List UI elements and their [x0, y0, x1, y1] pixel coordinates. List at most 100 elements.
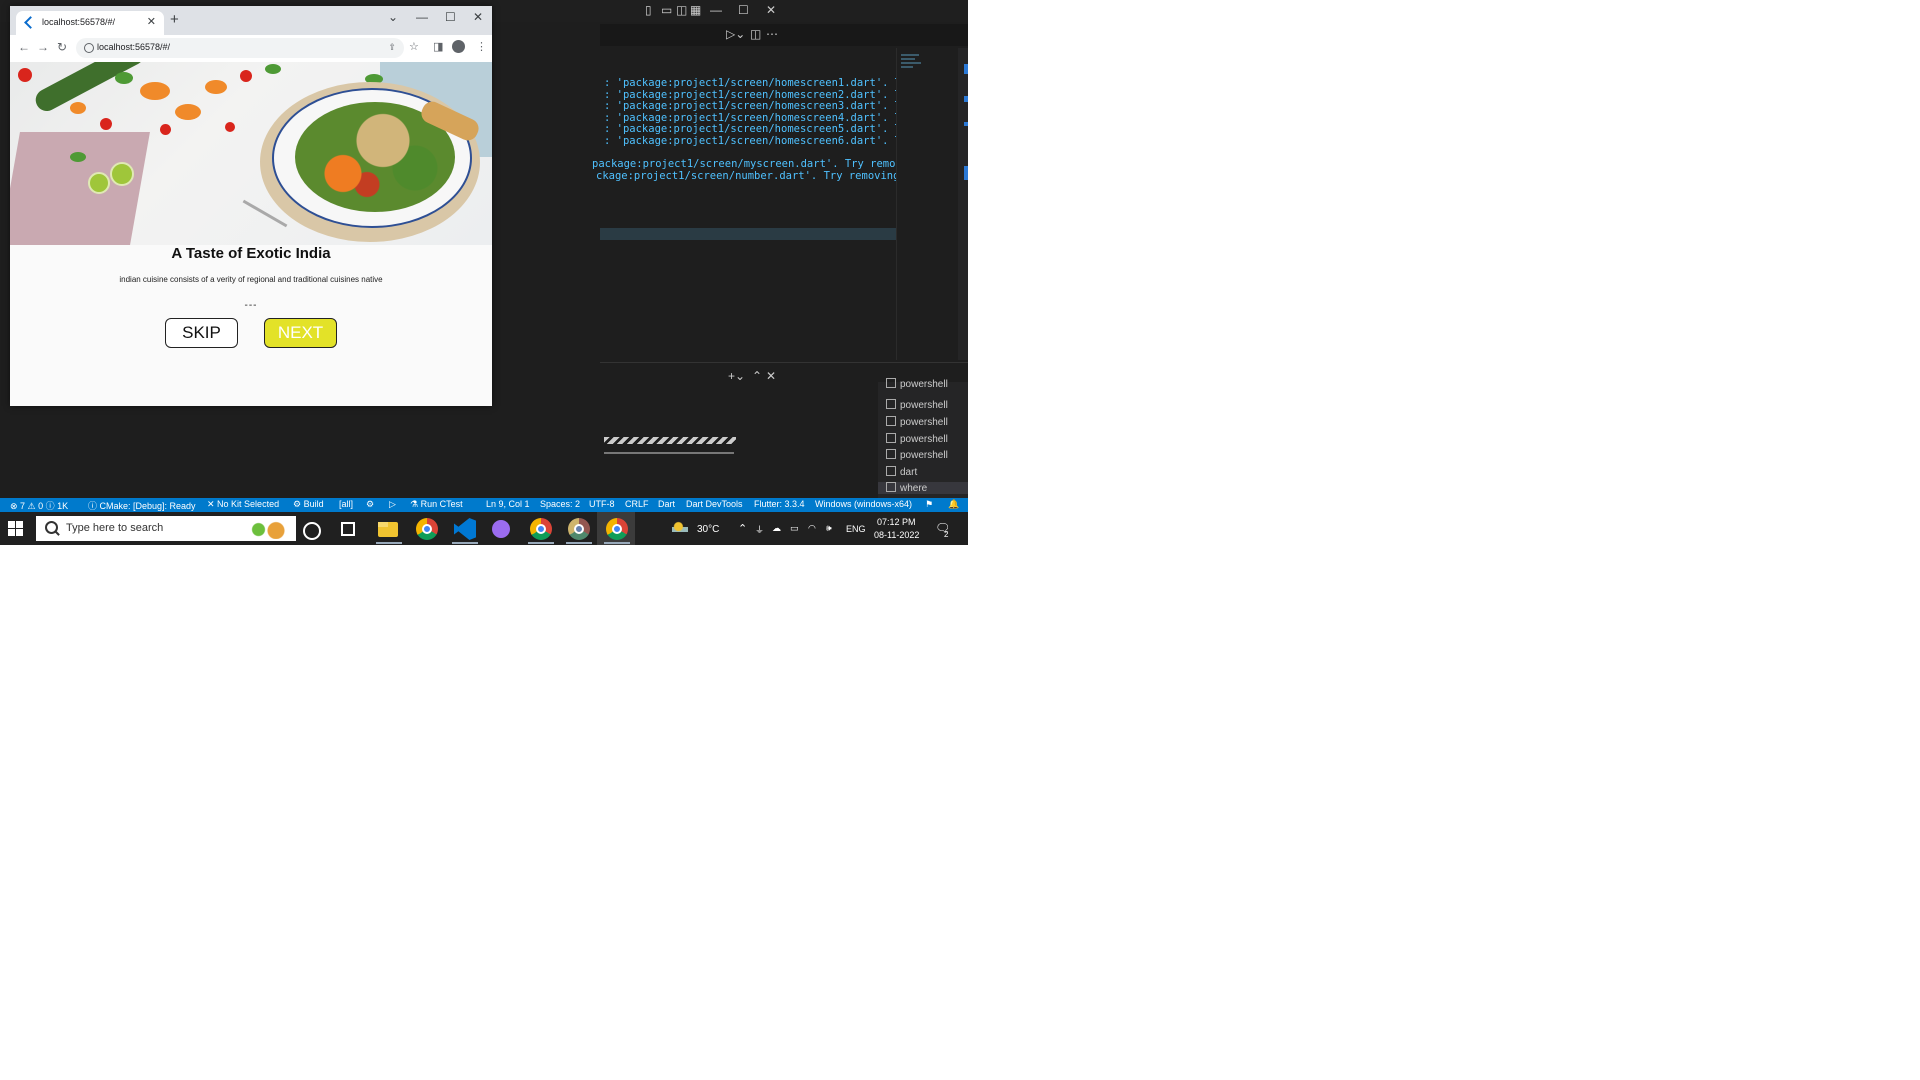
layout-icon[interactable]: ▯	[645, 3, 652, 17]
terminal-item[interactable]: powershell	[886, 433, 948, 445]
windows-start-icon[interactable]	[8, 521, 23, 536]
lime	[88, 172, 110, 194]
battery-icon[interactable]: ▭	[790, 523, 799, 534]
clock-date[interactable]: 08-11-2022	[874, 530, 919, 540]
running-indicator	[566, 542, 592, 544]
chrome-icon[interactable]	[416, 518, 438, 540]
chrome-profile-icon[interactable]	[568, 518, 590, 540]
vscode-icon[interactable]	[454, 518, 476, 540]
share-icon[interactable]: ⇪	[388, 42, 396, 53]
split-editor-icon[interactable]: ◫	[750, 27, 761, 41]
close-panel-icon[interactable]: ✕	[766, 369, 776, 383]
maximize-panel-icon[interactable]: ⌃	[752, 369, 762, 383]
kit-status[interactable]: ✕ No Kit Selected	[207, 499, 279, 510]
next-button[interactable]: NEXT	[264, 318, 337, 348]
input-language[interactable]: ENG	[846, 524, 866, 534]
new-terminal-icon[interactable]: +⌄	[728, 369, 745, 383]
feedback-icon[interactable]: ⚑	[925, 499, 933, 510]
build-target[interactable]: [all]	[339, 499, 353, 509]
address-bar[interactable]: localhost:56578/#/ ⇪	[76, 38, 404, 58]
wifi-icon[interactable]: ◠	[808, 523, 816, 534]
flutter-favicon-icon	[24, 16, 37, 29]
ctest-button[interactable]: ⚗ Run CTest	[410, 499, 463, 510]
weather-icon[interactable]	[672, 521, 688, 535]
forward-icon[interactable]: →	[37, 40, 49, 54]
scroll-marker	[964, 64, 968, 74]
skip-button[interactable]: SKIP	[165, 318, 238, 348]
minimap[interactable]	[896, 48, 957, 360]
encoding-status[interactable]: UTF-8	[589, 499, 615, 509]
notifications-icon[interactable]: 🔔	[948, 499, 959, 510]
terminal-item[interactable]: powershell	[886, 378, 948, 390]
layout-icon[interactable]: ◫	[676, 3, 687, 17]
build-button[interactable]: ⚙ Build	[293, 499, 324, 510]
more-actions-icon[interactable]: ⋯	[766, 27, 778, 41]
tomato	[240, 70, 252, 82]
scroll-marker	[964, 122, 968, 126]
maximize-icon[interactable]: ☐	[738, 3, 749, 17]
tab-title: localhost:56578/#/	[42, 17, 116, 27]
reload-icon[interactable]: ↻	[57, 40, 67, 54]
chrome-window: localhost:56578/#/ ✕ + ⌄ — ☐ ✕ ← → ↻ loc…	[10, 6, 492, 406]
herb-leaves	[265, 64, 281, 74]
terminal-item[interactable]: powershell	[886, 416, 948, 428]
terminal-item[interactable]: dart	[886, 466, 917, 478]
tab-search-icon[interactable]: ⌄	[388, 10, 398, 24]
device-status[interactable]: Windows (windows-x64)	[815, 499, 912, 509]
page-description: indian cuisine consists of a verity of r…	[119, 275, 383, 284]
github-desktop-icon[interactable]	[492, 520, 510, 538]
minimap-line	[901, 62, 921, 64]
page-indicator: ---	[244, 300, 258, 311]
run-icon[interactable]: ▷⌄	[726, 27, 745, 41]
problems-status[interactable]: ⊗ 7 ⚠ 0 ⓘ 1K	[10, 499, 68, 512]
show-hidden-icons-icon[interactable]: ⌃	[738, 522, 747, 535]
cortana-icon[interactable]	[303, 522, 321, 540]
terminal-item[interactable]: where	[878, 482, 968, 494]
cmake-status[interactable]: ⓘ CMake: [Debug]: Ready	[88, 499, 196, 512]
layout-icon[interactable]: ▭	[661, 3, 672, 17]
chrome-icon[interactable]	[606, 518, 628, 540]
current-line-highlight	[600, 228, 896, 240]
back-icon[interactable]: ←	[18, 40, 30, 54]
file-explorer-icon[interactable]	[378, 522, 398, 537]
onedrive-icon[interactable]: ☁	[772, 523, 781, 534]
cursor-position[interactable]: Ln 9, Col 1	[486, 499, 530, 509]
clock-time[interactable]: 07:12 PM	[877, 517, 916, 527]
profile-avatar-icon[interactable]	[452, 40, 465, 53]
eol-status[interactable]: CRLF	[625, 499, 649, 509]
run-button[interactable]: ▷	[389, 499, 396, 510]
editor-scrollbar[interactable]	[958, 48, 968, 360]
terminal-list: powershell powershell powershell powersh…	[878, 378, 968, 498]
usb-icon[interactable]: ⏚	[755, 523, 764, 536]
layout-icon[interactable]: ▦	[690, 3, 701, 17]
task-view-icon[interactable]	[341, 522, 355, 536]
flutter-status[interactable]: Flutter: 3.3.4	[754, 499, 805, 509]
code-line: package:project1/screen/myscreen.dart'. …	[592, 158, 909, 170]
debug-button[interactable]: ⚙	[366, 499, 374, 510]
terminal-item[interactable]: powershell	[886, 449, 948, 461]
site-info-icon[interactable]	[84, 43, 94, 53]
volume-icon[interactable]: 🕪	[826, 523, 832, 534]
editor-area[interactable]: : 'package:project1/screen/homescreen1.d…	[592, 48, 914, 360]
tab-close-icon[interactable]: ✕	[147, 15, 156, 28]
pink-napkin	[10, 132, 150, 245]
chrome-icon[interactable]	[530, 518, 552, 540]
side-panel-icon[interactable]: ◨	[433, 40, 443, 53]
bookmark-star-icon[interactable]: ☆	[409, 40, 419, 53]
maximize-icon[interactable]: ☐	[445, 10, 456, 24]
devtools-status[interactable]: Dart DevTools	[686, 499, 743, 509]
carrot-slices	[175, 104, 201, 120]
taskbar-search[interactable]: Type here to search	[36, 516, 296, 541]
browser-tab[interactable]: localhost:56578/#/ ✕	[16, 11, 164, 35]
terminal-item[interactable]: powershell	[886, 399, 948, 411]
temperature[interactable]: 30°C	[697, 524, 719, 535]
minimize-icon[interactable]: —	[710, 3, 722, 17]
code-line: ckage:project1/screen/number.dart'. Try …	[596, 170, 913, 182]
close-icon[interactable]: ✕	[766, 3, 776, 17]
chrome-menu-icon[interactable]: ⋮	[476, 40, 487, 53]
minimize-icon[interactable]: —	[416, 10, 428, 24]
close-icon[interactable]: ✕	[473, 10, 483, 24]
language-status[interactable]: Dart	[658, 499, 675, 509]
indentation-status[interactable]: Spaces: 2	[540, 499, 580, 509]
new-tab-button[interactable]: +	[170, 11, 179, 28]
